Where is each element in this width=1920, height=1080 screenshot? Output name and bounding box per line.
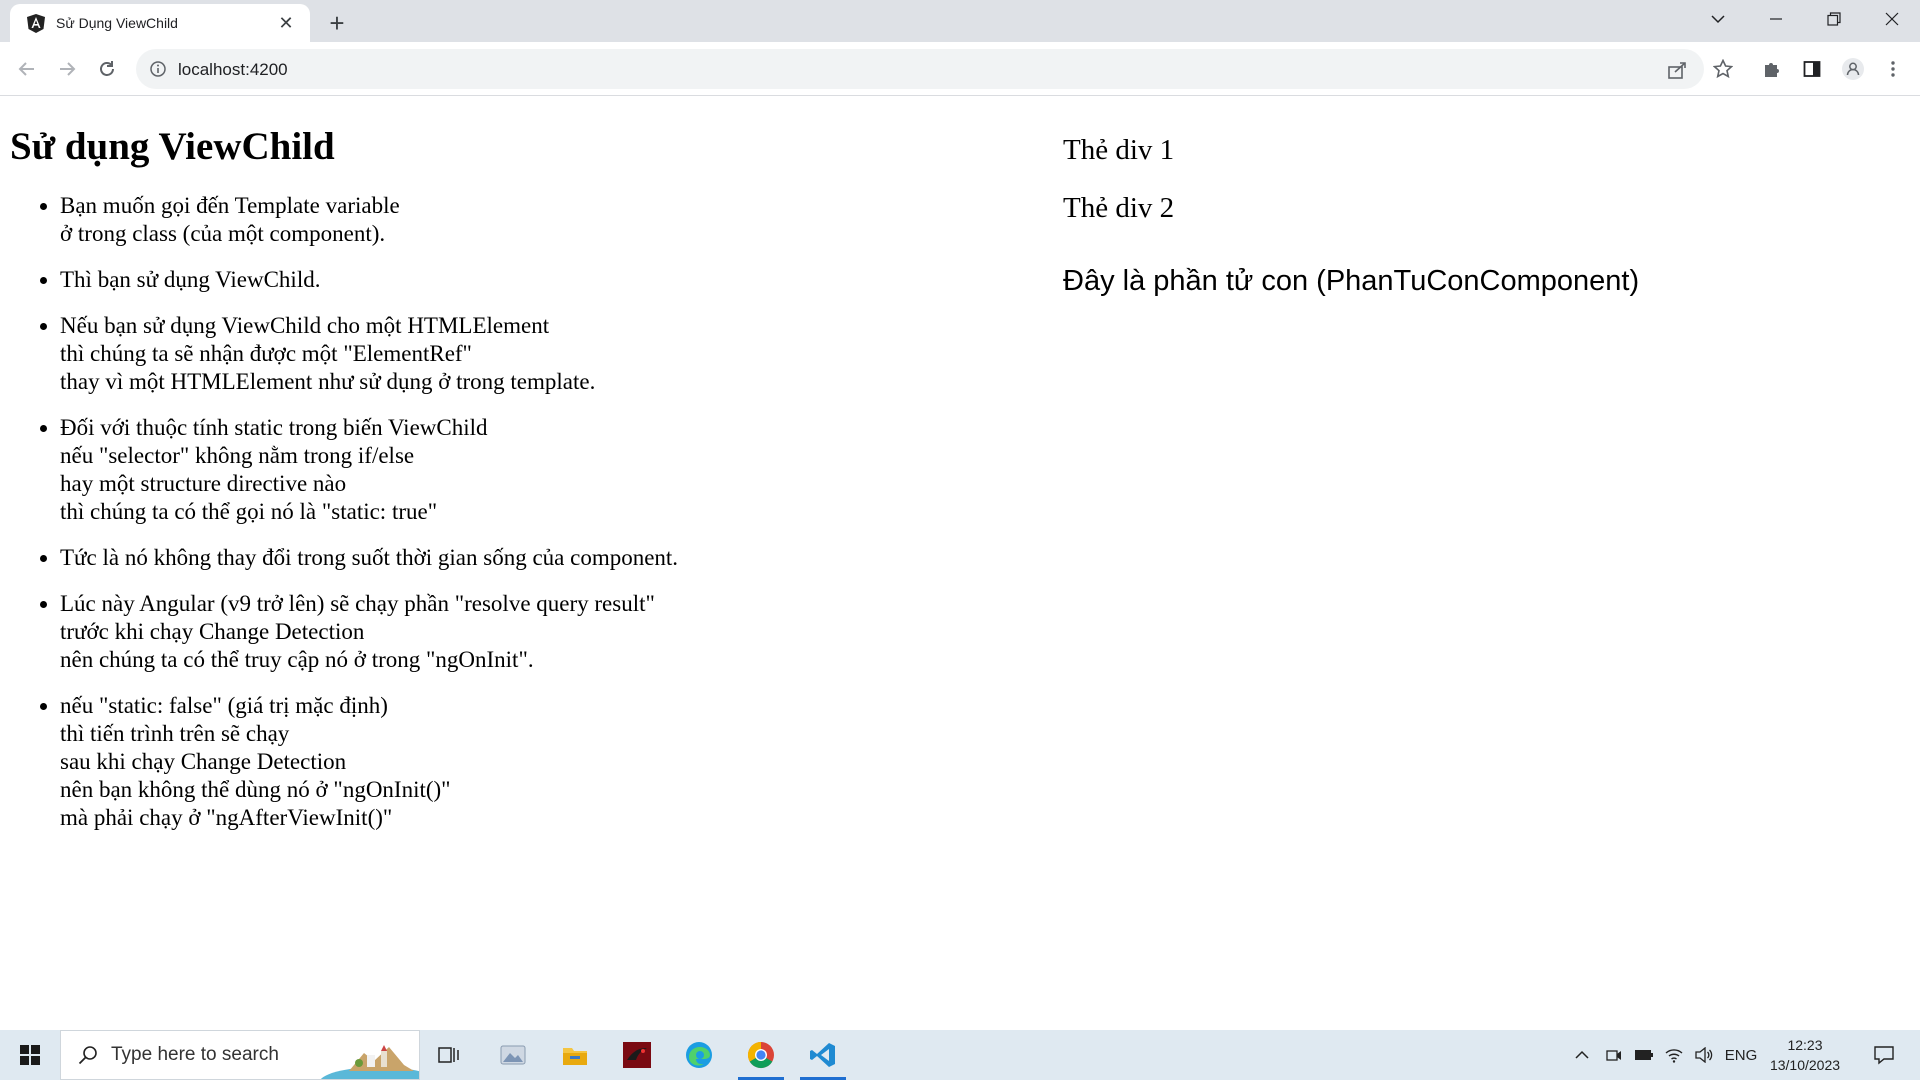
- red-app-icon[interactable]: [608, 1030, 666, 1080]
- volume-icon[interactable]: [1690, 1030, 1718, 1080]
- list-item: Bạn muốn gọi đến Template variable ở tro…: [60, 192, 1010, 248]
- close-window-icon[interactable]: [1868, 0, 1916, 38]
- wifi-icon[interactable]: [1660, 1030, 1688, 1080]
- file-explorer-icon[interactable]: [546, 1030, 604, 1080]
- windows-taskbar: Type here to search ENG 12:23 13/10/2023: [0, 1030, 1920, 1080]
- div-two: Thẻ div 2: [1063, 192, 1175, 224]
- battery-icon[interactable]: [1630, 1030, 1658, 1080]
- notes-list: Bạn muốn gọi đến Template variable ở tro…: [10, 192, 1010, 832]
- page-content: Sử dụng ViewChild Bạn muốn gọi đến Templ…: [0, 97, 1920, 1030]
- arrow-right-icon[interactable]: [51, 53, 83, 85]
- task-view-icon[interactable]: [420, 1030, 478, 1080]
- list-item: Tức là nó không thay đổi trong suốt thời…: [60, 544, 1010, 572]
- list-item: Nếu bạn sử dụng ViewChild cho một HTMLEl…: [60, 312, 1010, 396]
- list-item: Lúc này Angular (v9 trở lên) sẽ chạy phầ…: [60, 590, 1010, 674]
- notification-icon[interactable]: [1864, 1030, 1904, 1080]
- search-icon: [75, 1042, 101, 1068]
- photos-icon[interactable]: [484, 1030, 542, 1080]
- div-one: Thẻ div 1: [1063, 134, 1175, 166]
- windows-start-icon[interactable]: [0, 1030, 60, 1080]
- share-icon[interactable]: [1666, 58, 1690, 82]
- kebab-menu-icon[interactable]: [1879, 55, 1907, 83]
- browser-tab-strip: Sử Dụng ViewChild ✕ +: [0, 0, 1920, 42]
- browser-toolbar: localhost:4200: [0, 42, 1920, 96]
- chevron-down-icon[interactable]: [1694, 0, 1742, 38]
- plus-icon[interactable]: +: [322, 8, 352, 38]
- tab-title: Sử Dụng ViewChild: [56, 15, 178, 31]
- chevron-up-icon[interactable]: [1568, 1030, 1596, 1080]
- clock-date: 13/10/2023: [1769, 1057, 1841, 1073]
- restore-icon[interactable]: [1810, 0, 1858, 38]
- page-title: Sử dụng ViewChild: [10, 125, 335, 168]
- side-panel-icon[interactable]: [1798, 55, 1826, 83]
- edge-icon[interactable]: [670, 1030, 728, 1080]
- search-highlight-illustration: [320, 1045, 419, 1079]
- vscode-icon[interactable]: [794, 1030, 852, 1080]
- list-item: Thì bạn sử dụng ViewChild.: [60, 266, 1010, 294]
- list-item: Đối với thuộc tính static trong biến Vie…: [60, 414, 1010, 526]
- system-clock[interactable]: 12:23 13/10/2023: [1760, 1030, 1850, 1080]
- language-indicator[interactable]: ENG: [1722, 1030, 1760, 1080]
- address-bar[interactable]: localhost:4200: [136, 49, 1704, 89]
- search-placeholder[interactable]: Type here to search: [111, 1044, 279, 1066]
- left-column: Sử dụng ViewChild Bạn muốn gọi đến Templ…: [10, 97, 1010, 850]
- info-icon[interactable]: [148, 59, 168, 79]
- arrow-left-icon[interactable]: [11, 53, 43, 85]
- meet-icon[interactable]: [1600, 1030, 1628, 1080]
- list-item: nếu "static: false" (giá trị mặc định) t…: [60, 692, 1010, 832]
- clock-time: 12:23: [1787, 1037, 1823, 1053]
- browser-tab[interactable]: Sử Dụng ViewChild ✕: [10, 4, 310, 42]
- child-component-text: Đây là phần tử con (PhanTuConComponent): [1063, 265, 1640, 297]
- angular-icon: [26, 13, 46, 33]
- minimize-icon[interactable]: [1752, 0, 1800, 38]
- profile-icon[interactable]: [1839, 55, 1867, 83]
- reload-icon[interactable]: [91, 53, 123, 85]
- chrome-icon[interactable]: [732, 1030, 790, 1080]
- right-column: Thẻ div 1 Thẻ div 2 Đây là phần tử con (…: [1063, 97, 1863, 298]
- close-icon[interactable]: ✕: [274, 11, 298, 35]
- star-icon[interactable]: [1709, 55, 1737, 83]
- taskbar-search[interactable]: Type here to search: [60, 1030, 420, 1080]
- url-text[interactable]: localhost:4200: [178, 60, 288, 80]
- puzzle-icon[interactable]: [1758, 55, 1786, 83]
